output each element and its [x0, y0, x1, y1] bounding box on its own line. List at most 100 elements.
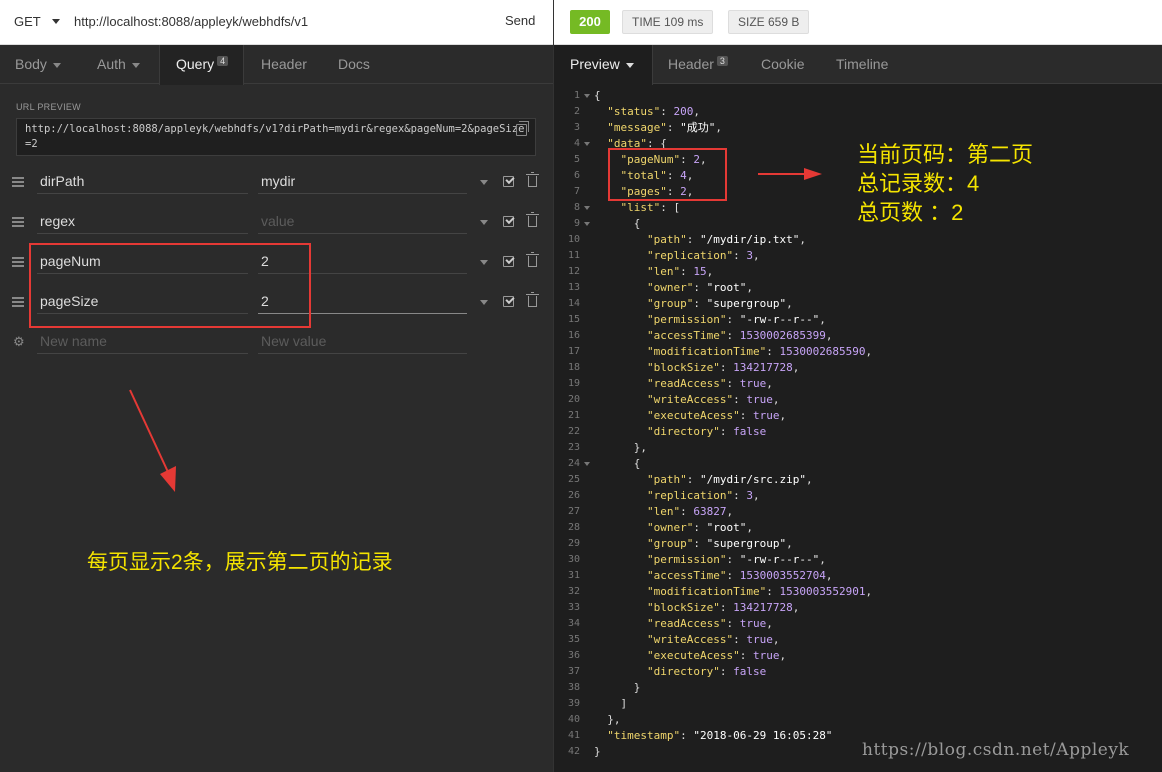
code-token: , [786, 297, 793, 310]
param-name-input[interactable]: regex [37, 210, 248, 234]
code-token: : [680, 729, 694, 742]
tab-docs[interactable]: Docs [338, 45, 370, 84]
code-line: 23 }, [554, 440, 1162, 456]
code-text: "group": "supergroup", [594, 536, 793, 552]
trash-icon[interactable] [526, 252, 539, 267]
checkbox-icon[interactable] [503, 176, 514, 187]
code-line: 38 } [554, 680, 1162, 696]
code-token: "len" [646, 505, 681, 518]
code-line: 10 "path": "/mydir/ip.txt", [554, 232, 1162, 248]
code-text: { [594, 216, 641, 232]
tab-preview[interactable]: Preview [554, 45, 653, 85]
code-token: "readAccess" [646, 617, 727, 630]
count-badge: 3 [716, 56, 728, 66]
trash-icon[interactable] [526, 292, 539, 307]
code-token: , [746, 281, 753, 294]
trash-icon[interactable] [526, 212, 539, 227]
chevron-down-icon[interactable] [480, 180, 488, 185]
fold-caret-icon[interactable] [584, 462, 590, 466]
code-token: "-rw-r--r--" [739, 313, 820, 326]
fold-caret-icon[interactable] [584, 142, 590, 146]
param-name-input[interactable]: dirPath [37, 170, 248, 194]
method-select[interactable]: GET [14, 14, 41, 29]
code-text: "blockSize": 134217728, [594, 360, 799, 376]
code-text: "accessTime": 1530002685399, [594, 328, 832, 344]
chevron-down-icon [131, 62, 140, 68]
fold-caret-icon[interactable] [584, 206, 590, 210]
chevron-down-icon[interactable] [480, 260, 488, 265]
code-token: , [779, 649, 787, 662]
code-line: 36 "executeAcess": true, [554, 648, 1162, 664]
new-name-input[interactable]: New name [37, 330, 248, 354]
code-line: 28 "owner": "root", [554, 520, 1162, 536]
code-token: , [819, 313, 826, 326]
code-token: , [825, 569, 833, 582]
tab-header[interactable]: Header [261, 45, 307, 84]
code-token: 3 [746, 489, 753, 502]
annotation-note: 每页显示2条，展示第二页的记录 [87, 551, 393, 574]
chevron-down-icon[interactable] [52, 19, 60, 24]
chevron-down-icon[interactable] [480, 300, 488, 305]
line-number: 9 [573, 218, 580, 229]
drag-handle-icon[interactable] [12, 257, 24, 267]
code-token: 15 [693, 265, 707, 278]
url-preview: http://localhost:8088/appleyk/webhdfs/v1… [16, 118, 536, 156]
code-token: 200 [673, 105, 694, 118]
tab-response-header[interactable]: Header 3 [668, 45, 728, 84]
line-number: 13 [567, 282, 580, 293]
param-value-input[interactable]: value [258, 210, 467, 234]
tab-label: Docs [338, 56, 370, 72]
line-number: 38 [567, 682, 580, 693]
tab-query[interactable]: Query 4 [159, 45, 244, 85]
trash-icon[interactable] [526, 172, 539, 187]
drag-handle-icon[interactable] [12, 177, 24, 187]
code-line: 18 "blockSize": 134217728, [554, 360, 1162, 376]
send-button[interactable]: Send [505, 13, 535, 28]
new-value-input[interactable]: New value [258, 330, 467, 354]
code-token: : [733, 249, 747, 262]
drag-handle-icon[interactable] [12, 297, 24, 307]
checkbox-icon[interactable] [503, 256, 514, 267]
highlight-box [608, 148, 727, 201]
code-token: , [772, 393, 780, 406]
tab-timeline[interactable]: Timeline [836, 45, 888, 84]
checkbox-icon[interactable] [503, 216, 514, 227]
copy-icon[interactable] [516, 121, 529, 136]
chevron-down-icon [52, 62, 61, 68]
code-token: , [772, 633, 780, 646]
tab-cookie[interactable]: Cookie [761, 45, 805, 84]
tab-auth[interactable]: Auth [97, 45, 140, 84]
code-token: "writeAccess" [646, 633, 734, 646]
code-text: }, [594, 440, 647, 456]
line-number: 34 [567, 618, 580, 629]
fold-caret-icon[interactable] [584, 222, 590, 226]
code-text: "status": 200, [594, 104, 700, 120]
chevron-down-icon[interactable] [480, 220, 488, 225]
line-number: 32 [567, 586, 580, 597]
drag-handle-icon[interactable] [12, 217, 24, 227]
code-token: "supergroup" [706, 297, 787, 310]
response-tabs: Preview Header 3 Cookie Timeline [554, 45, 1162, 85]
code-token: , [779, 409, 787, 422]
tab-body[interactable]: Body [15, 45, 61, 84]
code-line: 2 "status": 200, [554, 104, 1162, 120]
url-input[interactable]: http://localhost:8088/appleyk/webhdfs/v1 [74, 14, 308, 29]
code-line: 40 }, [554, 712, 1162, 728]
code-text: "path": "/mydir/src.zip", [594, 472, 813, 488]
gear-icon[interactable]: ⚙ [13, 335, 25, 348]
checkbox-icon[interactable] [503, 296, 514, 307]
code-text: "readAccess": true, [594, 376, 773, 392]
param-value-input[interactable]: mydir [258, 170, 467, 194]
code-line: 15 "permission": "-rw-r--r--", [554, 312, 1162, 328]
count-badge: 4 [217, 56, 229, 66]
code-token: "replication" [646, 249, 734, 262]
fold-caret-icon[interactable] [584, 94, 590, 98]
